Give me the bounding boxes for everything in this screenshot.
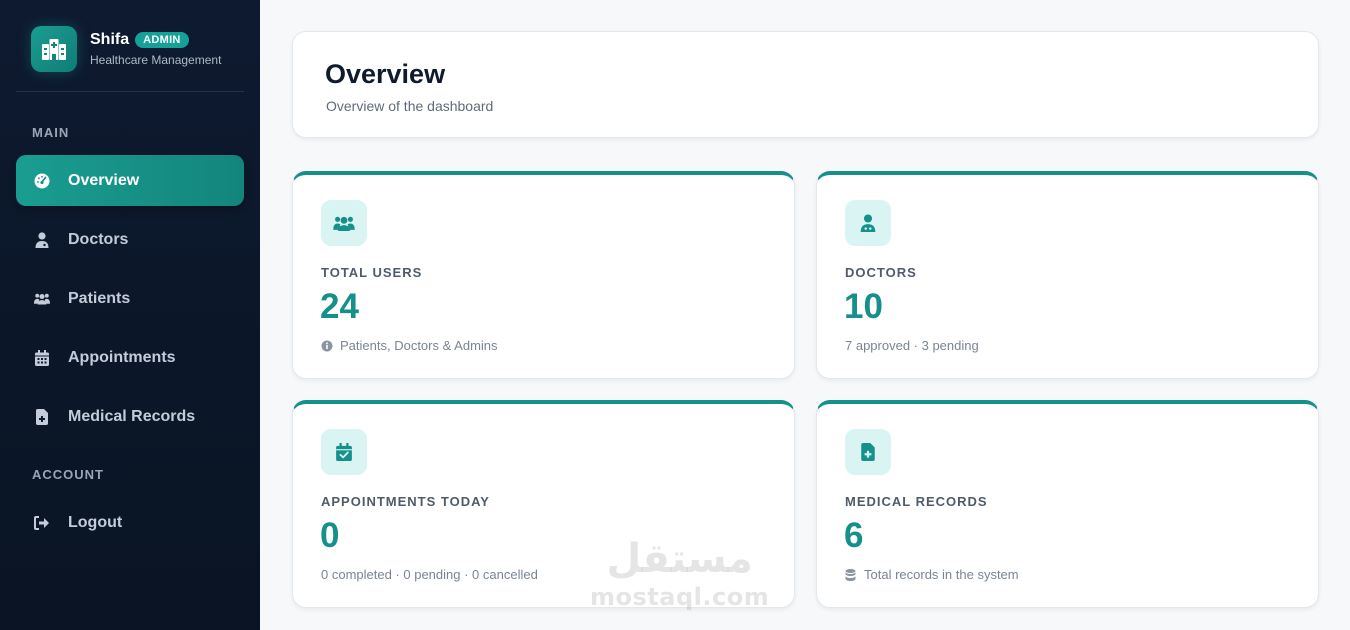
stat-label: APPOINTMENTS TODAY [321,494,490,509]
stat-card-total-users: TOTAL USERS 24 Patients, Doctors & Admin… [292,171,795,379]
users-icon [321,200,367,246]
role-badge: ADMIN [135,32,189,48]
gauge-icon [34,173,50,189]
sidebar-item-doctors[interactable]: Doctors [16,214,244,265]
stat-note: 7 approved · 3 pending [845,338,979,353]
info-icon [321,340,333,352]
user-doctor-icon [34,231,50,248]
calendar-check-icon [321,429,367,475]
stat-value: 10 [844,287,883,326]
brand: Shifa ADMIN Healthcare Management [31,26,221,72]
sidebar-item-appointments[interactable]: Appointments [16,332,244,383]
calendar-icon [34,349,50,366]
stat-value: 6 [844,516,864,555]
brand-name: Shifa [90,31,130,48]
sidebar-item-medical-records[interactable]: Medical Records [16,391,244,442]
stat-card-doctors: DOCTORS 10 7 approved · 3 pending [816,171,1319,379]
database-icon [845,568,857,581]
brand-subtitle: Healthcare Management [90,53,222,67]
stat-note: 0 completed · 0 pending · 0 cancelled [321,567,538,582]
sidebar-item-label: Overview [68,171,140,189]
sidebar-item-label: Patients [68,289,131,307]
sidebar-item-label: Doctors [68,230,129,248]
file-medical-icon [845,429,891,475]
stat-label: DOCTORS [845,265,917,280]
page-title: Overview [325,59,446,89]
sidebar-item-label: Logout [68,513,123,531]
sidebar-item-patients[interactable]: Patients [16,273,244,324]
hospital-icon [31,26,77,72]
sidebar-item-overview[interactable]: Overview [16,155,244,206]
page-subtitle: Overview of the dashboard [326,98,494,114]
stat-value: 24 [320,287,359,326]
sidebar: Shifa ADMIN Healthcare Management MAIN O… [0,0,260,630]
file-medical-icon [34,408,50,425]
logout-icon [34,515,50,531]
sidebar-item-label: Appointments [68,348,176,366]
stat-label: TOTAL USERS [321,265,423,280]
page-header: Overview Overview of the dashboard [292,31,1319,138]
section-label-main: MAIN [32,125,70,140]
stat-card-medical-records: MEDICAL RECORDS 6 Total records in the s… [816,400,1319,608]
stat-note: Total records in the system [864,567,1019,582]
sidebar-item-logout[interactable]: Logout [16,497,244,548]
stat-value: 0 [320,516,340,555]
sidebar-item-label: Medical Records [68,407,196,425]
stat-card-appointments-today: APPOINTMENTS TODAY 0 0 completed · 0 pen… [292,400,795,608]
stat-note: Patients, Doctors & Admins [340,338,498,353]
sidebar-divider [16,91,244,92]
user-doctor-icon [845,200,891,246]
users-icon [34,291,50,307]
stat-label: MEDICAL RECORDS [845,494,988,509]
section-label-account: ACCOUNT [32,467,104,482]
